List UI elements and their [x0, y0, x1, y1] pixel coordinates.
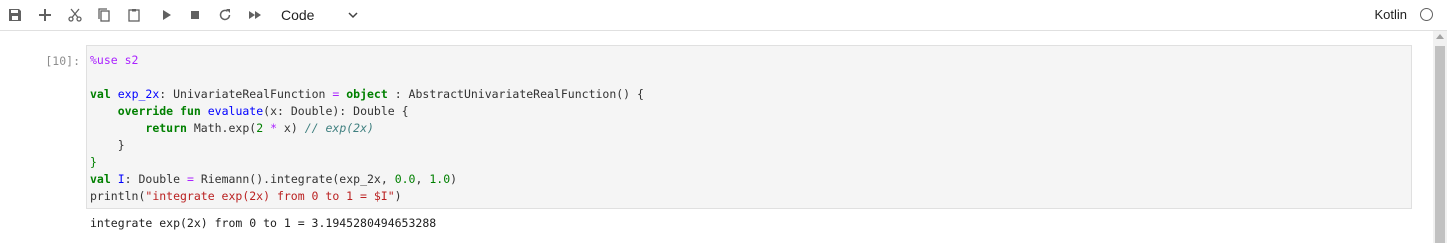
- code-line: }: [117, 138, 125, 152]
- copy-icon: [98, 8, 110, 22]
- scrollbar-thumb[interactable]: [1435, 46, 1445, 243]
- cell-type-select[interactable]: Code: [271, 3, 371, 27]
- code-line: val exp_2x: UnivariateRealFunction = obj…: [90, 87, 644, 101]
- restart-icon: [219, 9, 231, 21]
- kernel-status-icon: [1420, 8, 1433, 21]
- run-button[interactable]: [155, 4, 177, 26]
- paste-icon: [128, 9, 140, 22]
- paste-button[interactable]: [123, 4, 145, 26]
- chevron-down-icon: [348, 12, 358, 19]
- scroll-up-icon[interactable]: [1436, 34, 1444, 39]
- cut-button[interactable]: [64, 4, 86, 26]
- save-icon: [9, 9, 21, 21]
- add-cell-button[interactable]: [34, 4, 56, 26]
- save-button[interactable]: [4, 4, 26, 26]
- cell-type-label: Code: [281, 7, 315, 23]
- stop-button[interactable]: [184, 4, 206, 26]
- cell-prompt: [10]:: [45, 54, 80, 68]
- stop-icon: [191, 11, 199, 19]
- code-line: return Math.exp(2 * x) // exp(2x): [145, 121, 374, 135]
- code-line: println("integrate exp(2x) from 0 to 1 =…: [90, 189, 402, 203]
- run-all-icon: [249, 11, 261, 19]
- code-line: }: [90, 155, 97, 169]
- code-line: val I: Double = Riemann().integrate(exp_…: [90, 172, 458, 186]
- code-line: override fun evaluate(x: Double): Double…: [117, 104, 409, 118]
- cell-output: integrate exp(2x) from 0 to 1 = 3.194528…: [90, 216, 437, 230]
- cut-icon: [68, 8, 82, 22]
- kernel-name[interactable]: Kotlin: [1374, 7, 1407, 22]
- copy-button[interactable]: [93, 4, 115, 26]
- add-cell-icon: [39, 9, 51, 21]
- code-editor-content[interactable]: %use s2 val exp_2x: UnivariateRealFunctio…: [90, 52, 644, 205]
- run-all-button[interactable]: [244, 4, 266, 26]
- restart-button[interactable]: [214, 4, 236, 26]
- run-icon: [163, 10, 171, 20]
- notebook-toolbar: Code Kotlin: [0, 0, 1447, 31]
- code-line: %use s2: [90, 53, 139, 67]
